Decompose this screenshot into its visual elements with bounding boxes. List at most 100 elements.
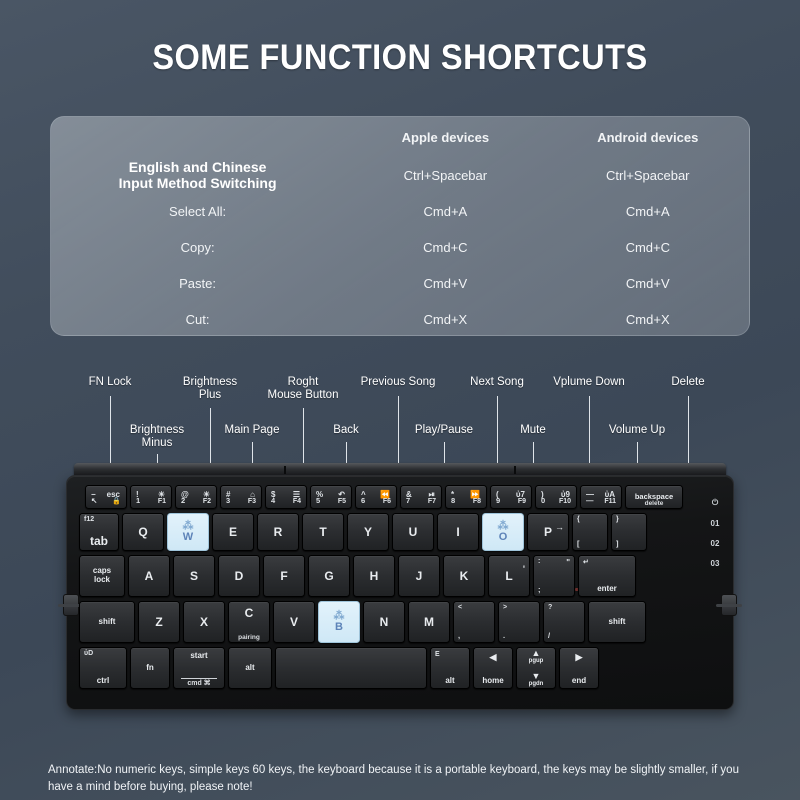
table-row: Select All: Cmd+A Cmd+A (51, 193, 749, 229)
key-w[interactable]: ⁂ W (167, 513, 209, 551)
fn-key-6[interactable]: ^ ⏪ 6 F6 (355, 485, 397, 509)
key-legend-top: f12 (84, 516, 94, 523)
key-label: V (290, 615, 298, 629)
pgup-label: pgup (529, 658, 544, 664)
key-n[interactable]: N (363, 601, 405, 643)
fn-key-5[interactable]: % ↶ 5 F5 (310, 485, 352, 509)
key-i[interactable]: I (437, 513, 479, 551)
fn-key-—[interactable]: — ὐA — F11 (580, 485, 622, 509)
fn-key-↖[interactable]: − esc ↖ 🔒 (85, 485, 127, 509)
home-row: caps lock A S D F G H J K L ':; " ↵ enter (79, 555, 636, 597)
row-android-value: Cmd+A (547, 193, 749, 229)
callout-label: Delete (588, 376, 788, 389)
key-shift[interactable]: shift (79, 601, 135, 643)
key-y[interactable]: Y (347, 513, 389, 551)
key-}[interactable]: }] (611, 513, 647, 551)
delete-label: delete (626, 500, 682, 507)
key-s[interactable]: S (173, 555, 215, 597)
key-m[interactable]: M (408, 601, 450, 643)
key-tab[interactable]: f12 tab (79, 513, 119, 551)
key-d[interactable]: D (218, 555, 260, 597)
spacebar-key[interactable] (275, 647, 427, 689)
key-legend-bottom-right: F8 (473, 498, 481, 505)
key-p[interactable]: P → (527, 513, 569, 551)
key-legend-bottom-left: 8 (451, 496, 455, 505)
key-legend-bottom-left: — (586, 496, 594, 505)
key-enter[interactable]: ↵ enter (578, 555, 636, 597)
key-label: U (409, 525, 418, 539)
key-c[interactable]: Cpairing (228, 601, 270, 643)
fn-key-8[interactable]: * ⏩ 8 F8 (445, 485, 487, 509)
key-extra-legend: → (555, 522, 564, 532)
fn-key-1[interactable]: ! ☀ 1 F1 (130, 485, 172, 509)
key-home[interactable]: ◀ home (473, 647, 513, 689)
fn-key-2[interactable]: @ ☀ 2 F2 (175, 485, 217, 509)
backspace-key[interactable]: backspace delete (625, 485, 683, 509)
key-label: G (324, 569, 333, 583)
key-label: Y (364, 525, 372, 539)
key-r[interactable]: R (257, 513, 299, 551)
key-g[interactable]: G (308, 555, 350, 597)
key-label: shift (99, 618, 116, 627)
key-label: Z (155, 615, 162, 629)
row-android-value: Cmd+C (547, 229, 749, 265)
fn-key-4[interactable]: $ ☰ 4 F4 (265, 485, 307, 509)
key-caps-lock[interactable]: caps lock (79, 555, 125, 597)
key-z[interactable]: Z (138, 601, 180, 643)
key-<[interactable]: <, (453, 601, 495, 643)
key-end[interactable]: ▶ end (559, 647, 599, 689)
key-legend-bottom-right: F4 (293, 498, 301, 505)
key-label: C (229, 606, 269, 620)
key-x[interactable]: X (183, 601, 225, 643)
row-android-value: Ctrl+Spacebar (547, 157, 749, 193)
key-legend-top-left: : (538, 558, 540, 565)
key-legend-bottom-left: 1 (136, 496, 140, 505)
key-f[interactable]: F (263, 555, 305, 597)
key-alt[interactable]: alt (228, 647, 272, 689)
key-fn[interactable]: fn (130, 647, 170, 689)
key-legend-top: ὐD (84, 650, 93, 657)
key-{[interactable]: {[ (572, 513, 608, 551)
key-label: D (235, 569, 244, 583)
arrow-up-down-key[interactable]: ▲ pgup ▼ pgdn (516, 647, 556, 689)
key-?[interactable]: ? / (543, 601, 585, 643)
key-u[interactable]: U (392, 513, 434, 551)
key-start[interactable]: start cmd ⌘ (173, 647, 225, 689)
key-b[interactable]: ⁂ B (318, 601, 360, 643)
key-o[interactable]: ⁂ O (482, 513, 524, 551)
key-legend-top-right: " (566, 558, 570, 567)
fn-key-0[interactable]: ) ὐ9 0 F10 (535, 485, 577, 509)
key-t[interactable]: T (302, 513, 344, 551)
key-l[interactable]: L ' (488, 555, 530, 597)
fn-key-7[interactable]: & ⏯ 7 F7 (400, 485, 442, 509)
key-v[interactable]: V (273, 601, 315, 643)
key-label: W (183, 532, 194, 544)
key-label: N (380, 615, 389, 629)
key-legend-bottom-right: F11 (604, 498, 616, 505)
key-k[interactable]: K (443, 555, 485, 597)
fn-key-9[interactable]: (ὐ7 9 F9 (490, 485, 532, 509)
fn-key-3[interactable]: # ⌂ 3 F3 (220, 485, 262, 509)
table-row: Paste: Cmd+V Cmd+V (51, 265, 749, 301)
hinge-left (63, 594, 79, 616)
key-h[interactable]: H (353, 555, 395, 597)
row-label: Select All: (51, 193, 344, 229)
key-e[interactable]: E (212, 513, 254, 551)
key-ctrl[interactable]: ὐD ctrl (79, 647, 127, 689)
row-apple-value: Cmd+C (344, 229, 546, 265)
key->[interactable]: >. (498, 601, 540, 643)
key-label: E (229, 525, 237, 539)
key-legend-bottom-right: F10 (559, 498, 571, 505)
key-shift[interactable]: shift (588, 601, 646, 643)
key-q[interactable]: Q (122, 513, 164, 551)
key-label: fn (146, 664, 154, 673)
header-cell-android: Android devices (547, 117, 749, 157)
key-legend-bottom-left: / (548, 631, 550, 640)
key-label: Q (138, 525, 147, 539)
key-:[interactable]: :; " (533, 555, 575, 597)
key-alt[interactable]: ὚E alt (430, 647, 470, 689)
table-header-row: Apple devices Android devices (51, 117, 749, 157)
key-j[interactable]: J (398, 555, 440, 597)
key-a[interactable]: A (128, 555, 170, 597)
key-legend-top-left: } (616, 516, 619, 523)
